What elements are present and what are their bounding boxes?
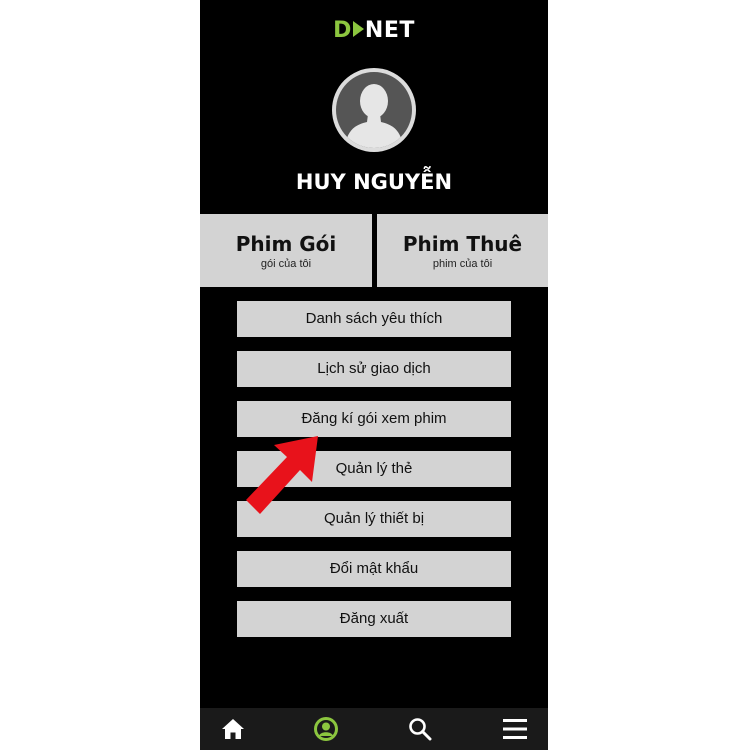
logout-button[interactable]: Đăng xuất bbox=[237, 601, 511, 637]
tab-subtitle: phim của tôi bbox=[432, 258, 493, 270]
nav-home[interactable] bbox=[203, 708, 263, 750]
logo-letter-d: D bbox=[333, 18, 352, 43]
profile-icon bbox=[314, 717, 338, 741]
library-tabs: Phim Gói gói của tôi Phim Thuê phim của … bbox=[200, 214, 548, 287]
logo-text: NET bbox=[364, 18, 415, 43]
user-silhouette-icon bbox=[344, 84, 404, 148]
tab-subtitle: gói của tôi bbox=[260, 258, 312, 270]
tab-phim-thue[interactable]: Phim Thuê phim của tôi bbox=[377, 214, 548, 287]
search-icon bbox=[409, 718, 432, 741]
nav-menu[interactable] bbox=[485, 708, 545, 750]
user-name: HUY NGUYỄN bbox=[295, 170, 453, 194]
logo-play-icon bbox=[352, 21, 364, 37]
menu-icon bbox=[503, 719, 527, 739]
tab-title: Phim Gói bbox=[235, 232, 337, 256]
tab-phim-goi[interactable]: Phim Gói gói của tôi bbox=[200, 214, 372, 287]
home-icon bbox=[222, 719, 244, 739]
change-password-button[interactable]: Đổi mật khẩu bbox=[237, 551, 511, 587]
red-pointer-arrow-icon bbox=[246, 436, 318, 514]
nav-search[interactable] bbox=[390, 708, 450, 750]
phone-screen: D NET HUY NGUYỄN Phim Gói gói của tôi Phi… bbox=[200, 0, 548, 750]
avatar[interactable] bbox=[332, 68, 416, 152]
nav-profile[interactable] bbox=[296, 708, 356, 750]
favorites-button[interactable]: Danh sách yêu thích bbox=[237, 301, 511, 337]
tab-title: Phim Thuê bbox=[402, 232, 523, 256]
bottom-nav bbox=[200, 708, 548, 750]
transaction-history-button[interactable]: Lịch sử giao dịch bbox=[237, 351, 511, 387]
danet-logo: D NET bbox=[200, 18, 548, 46]
